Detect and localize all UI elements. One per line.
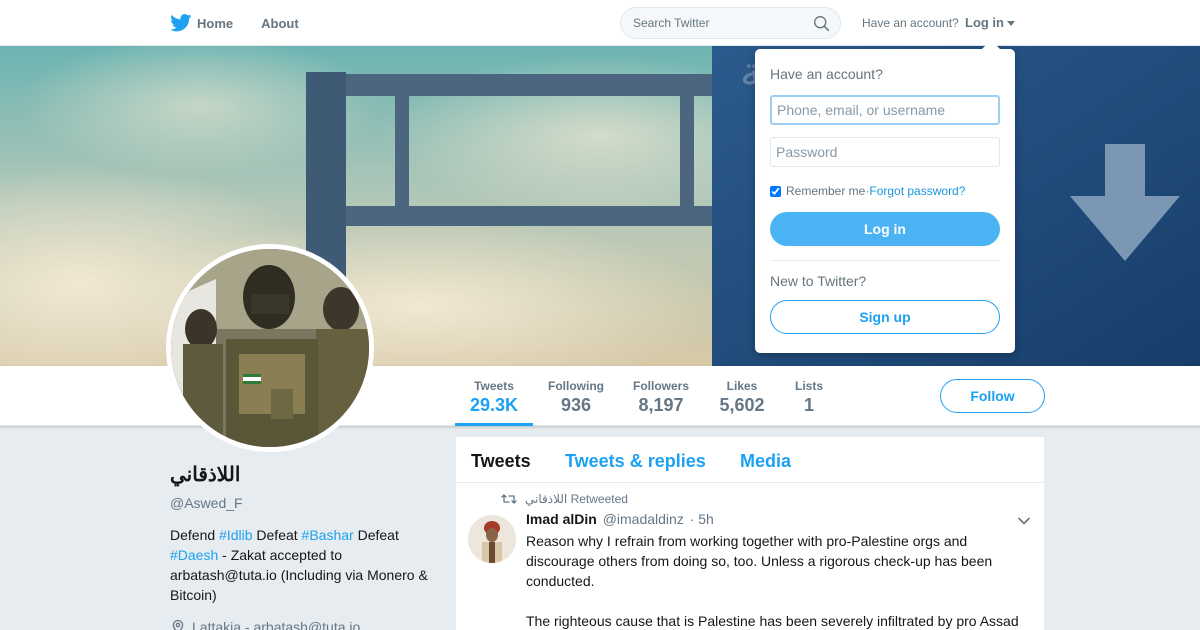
tweet-timestamp[interactable]: · 5h <box>690 511 714 527</box>
stat-value: 5,602 <box>719 395 765 415</box>
retweeter-name[interactable]: اللاذقاني <box>525 492 567 506</box>
stat-label: Followers <box>632 379 689 393</box>
stat-tweets[interactable]: Tweets 29.3K <box>455 366 533 426</box>
retweeted-label: Retweeted <box>570 492 628 506</box>
top-navigation-bar: Home About Have an account? Log in <box>0 0 1200 46</box>
bio-text: Defend <box>170 527 220 543</box>
stat-value: 936 <box>560 395 592 415</box>
signup-button[interactable]: Sign up <box>770 300 1000 334</box>
login-dropdown-toggle[interactable]: Log in <box>965 15 1015 30</box>
nav-left: Home About <box>170 0 327 46</box>
bio-text: Defeat <box>252 527 302 543</box>
timeline-tabs: Tweets Tweets & replies Media <box>456 437 1044 483</box>
profile-handle[interactable]: @Aswed_F <box>170 495 430 511</box>
stat-label: Following <box>548 379 604 393</box>
hashtag-link[interactable]: #Idlib <box>219 527 252 543</box>
tweet-header: Imad alDin @imadaldinz · 5h <box>526 511 714 527</box>
tweet-author-handle[interactable]: @imadaldinz <box>603 511 684 527</box>
username-field[interactable] <box>770 95 1000 125</box>
tab-tweets[interactable]: Tweets <box>471 451 531 472</box>
login-dropdown-title: Have an account? <box>770 66 883 82</box>
location-text: Lattakia - arbatash@tuta.io <box>192 619 361 630</box>
profile-bio: Defend #Idlib Defeat #Bashar Defeat #Dae… <box>170 525 430 605</box>
nav-about-label: About <box>261 15 299 31</box>
stat-label: Likes <box>726 379 758 393</box>
bio-text: Defeat <box>353 527 399 543</box>
nav-home-label: Home <box>197 15 234 31</box>
stat-label: Lists <box>794 379 823 393</box>
hashtag-link[interactable]: #Bashar <box>302 527 354 543</box>
tweet-author-avatar[interactable] <box>468 515 516 563</box>
location-pin-icon <box>172 619 184 630</box>
login-dropdown: Have an account? Remember me · Forgot pa… <box>755 40 1015 353</box>
stat-value: 29.3K <box>469 395 519 415</box>
password-field[interactable] <box>770 137 1000 167</box>
remember-me-row: Remember me · Forgot password? <box>770 184 965 198</box>
hashtag-link[interactable]: #Daesh <box>170 547 218 563</box>
tweet-paragraph: The righteous cause that is Palestine ha… <box>526 613 1019 629</box>
caret-down-icon <box>1007 21 1015 27</box>
search-input[interactable] <box>633 16 803 30</box>
stat-label: Tweets <box>474 379 514 393</box>
remember-me-label[interactable]: Remember me <box>786 184 865 198</box>
follow-button[interactable]: Follow <box>940 379 1045 413</box>
tweet-text: Reason why I refrain from working togeth… <box>526 531 1036 630</box>
tab-tweets-replies[interactable]: Tweets & replies <box>565 451 706 472</box>
twitter-bird-icon <box>170 14 192 32</box>
profile-location: Lattakia - arbatash@tuta.io <box>170 619 430 630</box>
search-icon[interactable] <box>813 15 830 32</box>
tweet-author-name[interactable]: Imad alDin <box>526 511 597 527</box>
new-to-twitter-prompt: New to Twitter? <box>770 273 867 289</box>
profile-avatar[interactable] <box>166 244 374 452</box>
stat-followers[interactable]: Followers 8,197 <box>630 366 692 426</box>
nav-about-link[interactable]: About <box>261 16 299 31</box>
avatar-image <box>171 249 369 447</box>
profile-name[interactable]: اللاذقاني <box>170 462 430 487</box>
stat-following[interactable]: Following 936 <box>545 366 607 426</box>
tweet-paragraph: Reason why I refrain from working togeth… <box>526 533 993 589</box>
timeline: Tweets Tweets & replies Media اللاذقاني … <box>456 437 1044 630</box>
stat-lists[interactable]: Lists 1 <box>791 366 827 426</box>
tweet[interactable]: اللاذقاني Retweeted Imad alDin @imadaldi… <box>456 483 1044 630</box>
dropdown-divider <box>770 260 1000 261</box>
remember-me-checkbox[interactable] <box>770 185 781 197</box>
login-submit-button[interactable]: Log in <box>770 212 1000 246</box>
forgot-password-link[interactable]: Forgot password? <box>869 184 965 198</box>
retweet-context: اللاذقاني Retweeted <box>501 492 628 506</box>
chevron-down-icon[interactable] <box>1016 513 1032 529</box>
tab-media[interactable]: Media <box>740 451 791 472</box>
stat-likes[interactable]: Likes 5,602 <box>716 366 768 426</box>
login-toggle-label: Log in <box>965 15 1004 30</box>
stat-value: 8,197 <box>638 395 684 415</box>
search-box[interactable] <box>620 7 841 39</box>
tweet-avatar-image <box>468 515 516 563</box>
retweet-icon <box>501 494 517 504</box>
stat-value: 1 <box>803 395 814 415</box>
account-prompt: Have an account? <box>862 16 959 30</box>
nav-home-link[interactable]: Home <box>170 14 233 32</box>
profile-card: اللاذقاني @Aswed_F Defend #Idlib Defeat … <box>170 462 430 630</box>
